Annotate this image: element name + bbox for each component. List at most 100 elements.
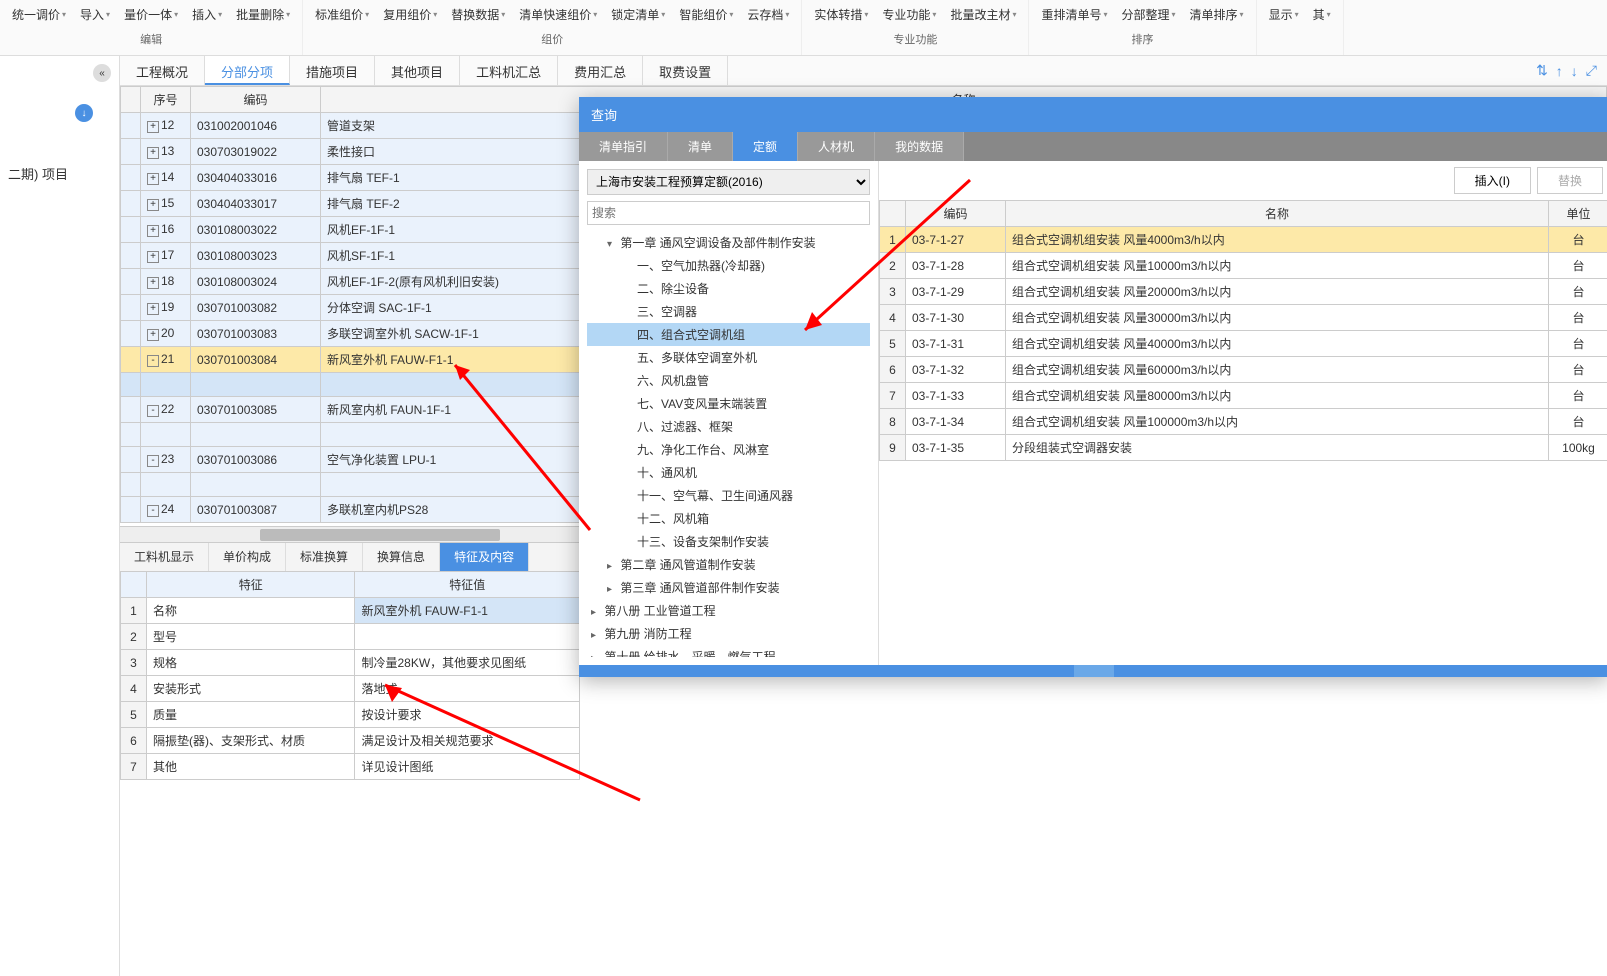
tab-action-icon[interactable]: ⤢ [1586,62,1597,79]
result-header[interactable]: 单位 [1549,201,1607,227]
result-row[interactable]: 3 03-7-1-29 组合式空调机组安装 风量20000m3/h以内 台 [880,279,1607,305]
result-row[interactable]: 4 03-7-1-30 组合式空调机组安装 风量30000m3/h以内 台 [880,305,1607,331]
feat-value[interactable]: 制冷量28KW，其他要求见图纸 [355,650,580,676]
expand-icon[interactable]: + [147,329,159,341]
toolbar-item[interactable]: 批量删除▾ [230,2,296,27]
expand-icon[interactable]: - [147,355,159,367]
tab-0[interactable]: 工程概况 [120,56,205,85]
feat-row[interactable]: 3 规格 制冷量28KW，其他要求见图纸 [121,650,580,676]
toolbar-item[interactable]: 智能组价▾ [673,2,739,27]
feat-value[interactable] [355,624,580,650]
toolbar-item[interactable]: 专业功能▾ [876,2,942,27]
tree-node[interactable]: 七、VAV变风量末端装置 [587,392,870,415]
expand-icon[interactable]: + [147,173,159,185]
tab-1[interactable]: 分部分项 [205,56,290,85]
tree-node[interactable]: 一、空气加热器(冷却器) [587,254,870,277]
result-header[interactable]: 名称 [1006,201,1549,227]
tree-node[interactable]: 九、净化工作台、风淋室 [587,438,870,461]
dialog-tab[interactable]: 清单 [668,132,733,161]
feat-value[interactable]: 详见设计图纸 [355,754,580,780]
expand-icon[interactable]: + [147,277,159,289]
feat-value[interactable]: 新风室外机 FAUW-F1-1 [355,598,580,624]
tab-action-icon[interactable]: ⇅ [1536,62,1548,79]
expand-icon[interactable]: - [147,455,159,467]
toolbar-item[interactable]: 锁定清单▾ [605,2,671,27]
tree-node[interactable]: 三、空调器 [587,300,870,323]
tab-6[interactable]: 取费设置 [643,56,728,85]
toolbar-item[interactable]: 清单排序▾ [1184,2,1250,27]
tree-node[interactable]: 六、风机盘管 [587,369,870,392]
dialog-search-input[interactable] [587,201,870,225]
tree-node[interactable]: 四、组合式空调机组 [587,323,870,346]
tab-action-icon[interactable]: ↑ [1556,63,1563,79]
tree-toggle-icon[interactable]: ▸ [607,561,617,572]
dialog-header[interactable]: 查询 [579,97,1607,132]
feat-row[interactable]: 4 安装形式 落地式 [121,676,580,702]
expand-icon[interactable]: + [147,303,159,315]
result-header[interactable] [880,201,906,227]
feat-row[interactable]: 7 其他 详见设计图纸 [121,754,580,780]
feat-value[interactable]: 满足设计及相关规范要求 [355,728,580,754]
toolbar-item[interactable]: 其▾ [1307,2,1337,27]
expand-icon[interactable]: + [147,199,159,211]
main-header[interactable]: 序号 [141,87,191,113]
toolbar-item[interactable]: 实体转措▾ [808,2,874,27]
tab-5[interactable]: 费用汇总 [558,56,643,85]
toolbar-item[interactable]: 导入▾ [74,2,116,27]
main-header[interactable] [121,87,141,113]
expand-icon[interactable]: - [147,505,159,517]
dialog-tree[interactable]: ▾ 第一章 通风空调设备及部件制作安装一、空气加热器(冷却器)二、除尘设备三、空… [587,231,870,657]
tree-node[interactable]: 二、除尘设备 [587,277,870,300]
result-row[interactable]: 2 03-7-1-28 组合式空调机组安装 风量10000m3/h以内 台 [880,253,1607,279]
tree-toggle-icon[interactable]: ▸ [607,584,617,595]
expand-icon[interactable]: - [147,405,159,417]
toolbar-item[interactable]: 批量改主材▾ [944,2,1022,27]
expand-icon[interactable]: + [147,225,159,237]
tree-node[interactable]: 五、多联体空调室外机 [587,346,870,369]
result-row[interactable]: 9 03-7-1-35 分段组装式空调器安装 100kg [880,435,1607,461]
dialog-tab[interactable]: 我的数据 [875,132,964,161]
toolbar-item[interactable]: 标准组价▾ [309,2,375,27]
dialog-resize-bar[interactable] [579,665,1607,677]
tree-toggle-icon[interactable]: ▸ [591,630,601,641]
toolbar-item[interactable]: 清单快速组价▾ [513,2,603,27]
dialog-norm-select[interactable]: 上海市安装工程预算定额(2016) [587,169,870,195]
feat-value[interactable]: 按设计要求 [355,702,580,728]
result-row[interactable]: 8 03-7-1-34 组合式空调机组安装 风量100000m3/h以内 台 [880,409,1607,435]
toolbar-item[interactable]: 插入▾ [186,2,228,27]
replace-button[interactable]: 替换 [1537,167,1603,194]
bottom-tab[interactable]: 特征及内容 [440,543,529,571]
bottom-tab[interactable]: 换算信息 [363,543,440,571]
sidebar-collapse-icon[interactable]: « [93,64,111,82]
dialog-tab[interactable]: 人材机 [798,132,875,161]
result-table-wrapper[interactable]: 编码名称单位 1 03-7-1-27 组合式空调机组安装 风量4000m3/h以… [879,200,1607,665]
feat-row[interactable]: 2 型号 [121,624,580,650]
toolbar-item[interactable]: 复用组价▾ [377,2,443,27]
result-row[interactable]: 1 03-7-1-27 组合式空调机组安装 风量4000m3/h以内 台 [880,227,1607,253]
toolbar-item[interactable]: 替换数据▾ [445,2,511,27]
insert-button[interactable]: 插入(I) [1454,167,1531,194]
bottom-tab[interactable]: 标准换算 [286,543,363,571]
expand-icon[interactable]: + [147,147,159,159]
tree-node[interactable]: ▸ 第二章 通风管道制作安装 [587,553,870,576]
result-row[interactable]: 6 03-7-1-32 组合式空调机组安装 风量60000m3/h以内 台 [880,357,1607,383]
tab-action-icon[interactable]: ↓ [1571,63,1578,79]
toolbar-item[interactable]: 量价一体▾ [118,2,184,27]
toolbar-item[interactable]: 重排清单号▾ [1035,2,1113,27]
tree-node[interactable]: 八、过滤器、框架 [587,415,870,438]
dialog-resize-handle[interactable] [1074,665,1114,677]
feat-value[interactable]: 落地式 [355,676,580,702]
result-header[interactable]: 编码 [906,201,1006,227]
toolbar-item[interactable]: 云存档▾ [741,2,795,27]
tree-node[interactable]: ▸ 第十册 给排水、采暖、燃气工程 [587,645,870,657]
tree-node[interactable]: 十三、设备支架制作安装 [587,530,870,553]
expand-icon[interactable]: + [147,121,159,133]
bottom-tab[interactable]: 工料机显示 [120,543,209,571]
feat-row[interactable]: 1 名称 新风室外机 FAUW-F1-1 [121,598,580,624]
tree-node[interactable]: ▸ 第三章 通风管道部件制作安装 [587,576,870,599]
result-row[interactable]: 5 03-7-1-31 组合式空调机组安装 风量40000m3/h以内 台 [880,331,1607,357]
scroll-thumb[interactable] [260,529,500,541]
result-row[interactable]: 7 03-7-1-33 组合式空调机组安装 风量80000m3/h以内 台 [880,383,1607,409]
bottom-tab[interactable]: 单价构成 [209,543,286,571]
dialog-tab[interactable]: 清单指引 [579,132,668,161]
